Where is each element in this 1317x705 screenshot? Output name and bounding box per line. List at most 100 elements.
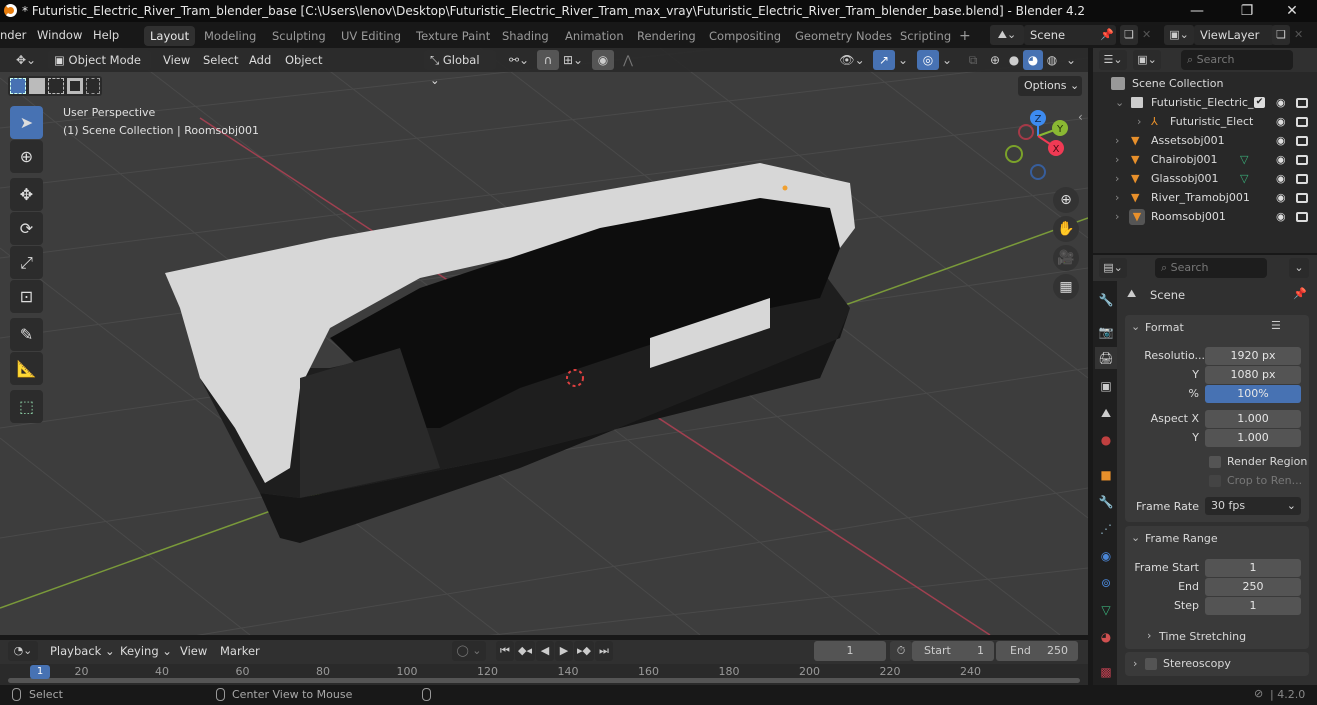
proportional-edit-icon[interactable]: ◉ [592, 50, 614, 70]
time-stretching-subpanel[interactable]: Time Stretching [1159, 630, 1246, 643]
expand-icon[interactable]: › [1133, 657, 1137, 670]
tab-shading[interactable]: Shading [496, 26, 555, 46]
pin-icon[interactable]: 📌 [1100, 28, 1114, 41]
outliner-editor-type-icon[interactable]: ☰⌄ [1099, 50, 1127, 70]
tab-texture-paint[interactable]: Texture Paint [410, 26, 496, 46]
menu-playback[interactable]: Playback ⌄ [44, 641, 121, 661]
rendered-shading-icon[interactable]: ◍ [1042, 50, 1062, 70]
pivot-point-icon[interactable]: ⚯⌄ [505, 50, 533, 70]
presets-icon[interactable]: ☰ [1271, 319, 1281, 332]
tool-tab-icon[interactable]: 🔧 [1095, 289, 1117, 311]
camera-icon[interactable] [1296, 174, 1308, 184]
physics-tab-icon[interactable]: ◉ [1095, 545, 1117, 567]
jump-end-icon[interactable]: ⏭ [595, 641, 613, 661]
tab-layout[interactable]: Layout [144, 26, 196, 46]
tool-annotate[interactable]: ✎ [10, 318, 43, 351]
outliner-item[interactable]: › ▼ Chairobj001 ▽ ◉ [1093, 150, 1317, 169]
xray-toggle-icon[interactable]: ⧉ [962, 50, 984, 70]
tab-modeling[interactable]: Modeling [198, 26, 262, 46]
outliner-search-input[interactable]: ⌕ Search [1181, 50, 1293, 70]
menu-add[interactable]: Add [243, 50, 277, 70]
menu-marker[interactable]: Marker [214, 641, 266, 661]
stereoscopy-checkbox[interactable] [1145, 658, 1157, 670]
tab-scripting[interactable]: Scripting [894, 26, 957, 46]
world-tab-icon[interactable]: ● [1095, 429, 1117, 451]
eye-icon[interactable]: ◉ [1276, 131, 1286, 150]
expand-icon[interactable]: › [1115, 169, 1119, 188]
tool-rotate[interactable]: ⟳ [10, 212, 43, 245]
tool-move[interactable]: ✥ [10, 178, 43, 211]
menu-select[interactable]: Select [197, 50, 244, 70]
zoom-view-button[interactable]: ⊕ [1053, 187, 1079, 213]
tool-scale[interactable]: ⤢ [10, 246, 43, 279]
eye-icon[interactable]: ◉ [1276, 207, 1286, 226]
render-region-checkbox[interactable] [1209, 456, 1221, 468]
tab-animation[interactable]: Animation [559, 26, 630, 46]
collapse-icon[interactable]: ⌄ [1131, 531, 1140, 544]
frame-step-field[interactable]: 1 [1205, 597, 1301, 615]
menu-help[interactable]: Help [93, 28, 119, 42]
menu-keying[interactable]: Keying ⌄ [114, 641, 178, 661]
delete-view-layer-icon[interactable]: ✕ [1294, 28, 1303, 41]
select-invert-icon[interactable] [67, 78, 83, 94]
camera-icon[interactable] [1296, 98, 1308, 108]
eye-icon[interactable]: ◉ [1276, 93, 1286, 112]
camera-view-button[interactable]: 🎥 [1053, 245, 1079, 271]
menu-render[interactable]: nder [0, 28, 26, 42]
tab-geometry-nodes[interactable]: Geometry Nodes [789, 26, 898, 46]
new-scene-icon[interactable]: ❏ [1120, 25, 1138, 45]
delete-scene-icon[interactable]: ✕ [1142, 28, 1151, 41]
tab-compositing[interactable]: Compositing [703, 26, 787, 46]
wireframe-shading-icon[interactable]: ⊕ [985, 50, 1005, 70]
camera-icon[interactable] [1296, 212, 1308, 222]
auto-keying-icon[interactable]: ◯ ⌄ [452, 641, 486, 661]
pin-icon[interactable]: 📌 [1293, 287, 1307, 300]
expand-icon[interactable]: › [1147, 629, 1151, 642]
collapse-icon[interactable]: ⌄ [1115, 93, 1124, 112]
timeline-end-field[interactable]: End 250 [996, 641, 1078, 661]
crop-checkbox[interactable] [1209, 475, 1221, 487]
view-layer-tab-icon[interactable]: ▣ [1095, 375, 1117, 397]
display-mode-icon[interactable]: ▣⌄ [1133, 50, 1161, 70]
select-intersect-icon[interactable] [86, 78, 100, 94]
expand-icon[interactable]: › [1115, 207, 1119, 226]
current-frame-field[interactable]: 1 [814, 641, 886, 661]
expand-icon[interactable]: › [1115, 131, 1119, 150]
modifiers-tab-icon[interactable]: 🔧 [1095, 491, 1117, 513]
camera-icon[interactable] [1296, 155, 1308, 165]
scene-tab-icon[interactable]: ⛰ [1095, 402, 1117, 424]
tool-select-box[interactable]: ➤ [10, 106, 43, 139]
view-layer-selector-icon[interactable]: ▣⌄ [1164, 25, 1194, 45]
maximize-button[interactable]: ❐ [1227, 0, 1267, 22]
camera-icon[interactable] [1296, 117, 1308, 127]
outliner-item[interactable]: › ⅄ Futuristic_Elect ◉ [1093, 112, 1317, 131]
pan-view-button[interactable]: ✋ [1053, 216, 1079, 242]
outliner-item-selected[interactable]: › ▼ Roomsobj001 ◉ [1093, 207, 1317, 226]
material-tab-icon[interactable]: ◕ [1095, 626, 1117, 648]
frame-end-field[interactable]: 250 [1205, 578, 1301, 596]
outliner-item[interactable]: › ▼ River_Tramobj001 ◉ [1093, 188, 1317, 207]
expand-icon[interactable]: › [1115, 188, 1119, 207]
scene-selector-icon[interactable]: ⛰⌄ [990, 25, 1024, 45]
solid-shading-icon[interactable]: ● [1004, 50, 1024, 70]
tool-add-cube[interactable]: ⬚ [10, 390, 43, 423]
properties-options-icon[interactable]: ⌄ [1289, 258, 1309, 278]
frame-rate-dropdown[interactable]: 30 fps ⌄ [1205, 497, 1301, 515]
view-layer-field[interactable]: ViewLayer [1194, 25, 1274, 45]
frame-range-title[interactable]: Frame Range [1145, 532, 1218, 545]
timeline-editor-type-icon[interactable]: ◔⌄ [8, 641, 38, 661]
expand-icon[interactable]: › [1137, 112, 1141, 131]
gizmo-dropdown-icon[interactable]: ⌄ [895, 50, 911, 70]
add-workspace-button[interactable]: + [953, 26, 977, 46]
play-reverse-icon[interactable]: ◀ [536, 641, 554, 661]
outliner-root[interactable]: Scene Collection [1093, 74, 1317, 93]
editor-type-icon[interactable]: ✥⌄ [12, 50, 40, 70]
collapse-icon[interactable]: ⌄ [1131, 320, 1140, 333]
3d-viewport[interactable]: ✥⌄ ▣ Object Mode ⌄ View Select Add Objec… [0, 48, 1088, 635]
falloff-icon[interactable]: ⋀ [614, 50, 642, 70]
menu-view[interactable]: View [157, 50, 196, 70]
eye-icon[interactable]: ◉ [1276, 188, 1286, 207]
select-extend-icon[interactable] [29, 78, 45, 94]
overlays-toggle-icon[interactable]: ◎ [917, 50, 939, 70]
format-title[interactable]: Format [1145, 321, 1184, 334]
